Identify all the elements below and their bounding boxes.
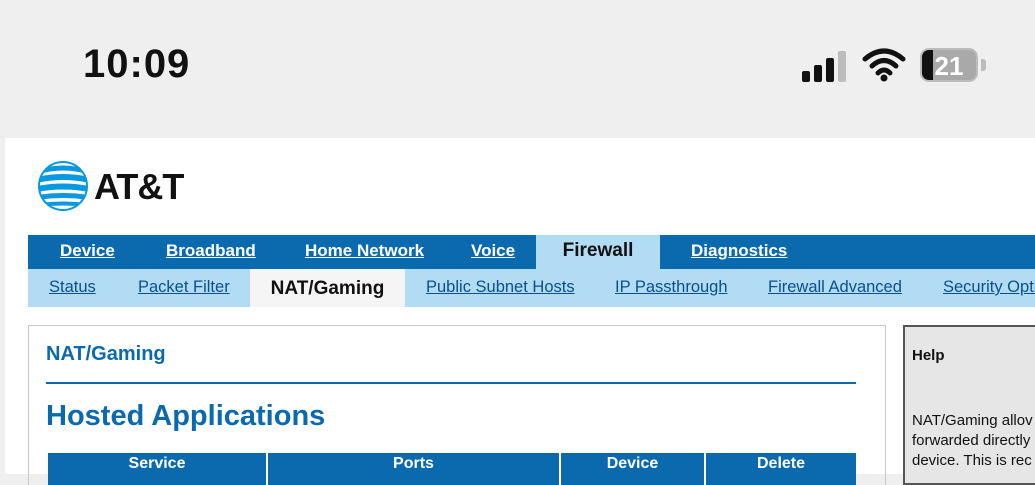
main-nav-voice[interactable]: Voice <box>471 235 515 269</box>
main-nav-home-network[interactable]: Home Network <box>305 235 424 269</box>
help-text-line: NAT/Gaming allov <box>912 412 1033 429</box>
status-time: 10:09 <box>83 42 191 86</box>
brand-wordmark: AT&T <box>94 166 184 207</box>
sub-nav-public-subnet-hosts[interactable]: Public Subnet Hosts <box>426 269 575 307</box>
cellular-signal-icon <box>802 50 850 82</box>
sub-nav-security-options[interactable]: Security Opti <box>943 269 1035 307</box>
battery-percent: 21 <box>934 51 964 81</box>
help-text-line: device. This is rec <box>912 452 1032 469</box>
main-nav: Device Broadband Home Network Voice Fire… <box>28 235 1035 269</box>
sub-nav-status[interactable]: Status <box>49 269 96 307</box>
sub-nav-nat-gaming[interactable]: NAT/Gaming <box>250 269 405 307</box>
main-nav-firewall[interactable]: Firewall <box>536 235 660 269</box>
wifi-icon <box>862 48 906 82</box>
sub-nav-firewall-advanced[interactable]: Firewall Advanced <box>768 269 902 307</box>
att-globe-logo-icon <box>38 161 88 211</box>
help-panel: Help NAT/Gaming allov forwarded directly… <box>903 325 1035 485</box>
battery-icon: 21 <box>920 48 978 82</box>
column-header-service: Service <box>128 455 186 472</box>
column-header-device: Device <box>559 453 704 485</box>
column-header-delete: Delete <box>704 453 856 485</box>
column-header-ports: Ports <box>266 453 559 485</box>
hosted-apps-table-header: Service Ports Device Delete <box>48 453 856 485</box>
sub-nav: Status Packet Filter NAT/Gaming Public S… <box>28 269 1035 307</box>
battery-tip <box>981 59 986 71</box>
section-divider <box>46 382 856 384</box>
router-page: AT&T Device Broadband Home Network Voice… <box>5 138 1035 485</box>
sub-nav-packet-filter[interactable]: Packet Filter <box>138 269 230 307</box>
page-heading: Hosted Applications <box>46 400 326 432</box>
content-panel: NAT/Gaming Hosted Applications Service P… <box>28 325 886 485</box>
main-nav-diagnostics[interactable]: Diagnostics <box>691 235 787 269</box>
main-nav-broadband[interactable]: Broadband <box>166 235 256 269</box>
sub-nav-ip-passthrough[interactable]: IP Passthrough <box>615 269 728 307</box>
help-text-line: forwarded directly <box>912 432 1031 449</box>
help-title: Help <box>912 347 945 364</box>
main-nav-device[interactable]: Device <box>60 235 115 269</box>
section-title: NAT/Gaming <box>46 343 166 365</box>
status-bar: 10:09 21 <box>0 0 1035 138</box>
